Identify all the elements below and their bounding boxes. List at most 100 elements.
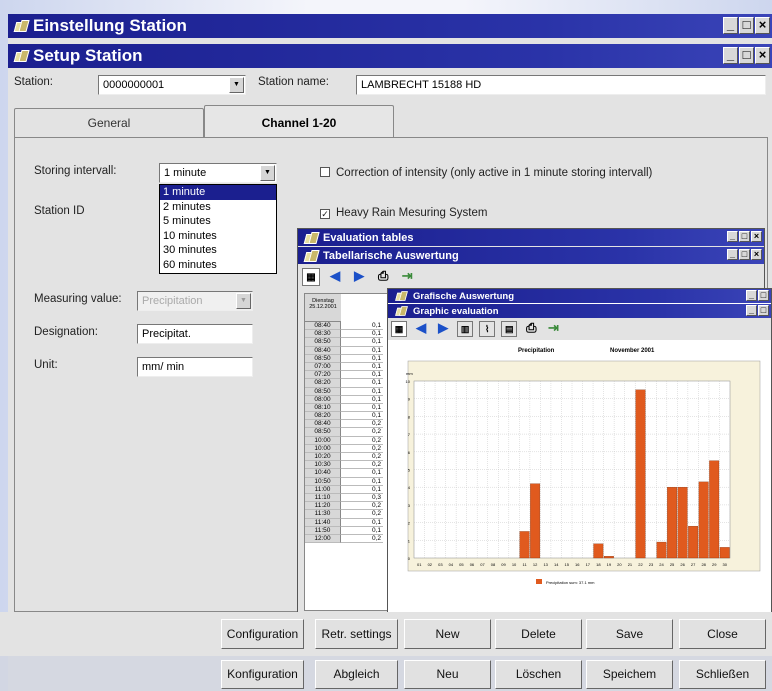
maximize-button[interactable]: □ <box>739 17 754 34</box>
chevron-down-icon[interactable]: ▼ <box>260 165 275 181</box>
storing-option[interactable]: 10 minutes <box>160 229 276 244</box>
arrow-right-icon[interactable]: ▶ <box>350 267 368 285</box>
settings-icon[interactable]: ▤ <box>501 321 518 337</box>
window-title: Grafische Auswertung <box>413 290 515 302</box>
storing-option[interactable]: 60 minutes <box>160 258 276 273</box>
correction-checkbox[interactable] <box>320 167 330 177</box>
arrow-left-icon[interactable]: ◀ <box>413 320 429 336</box>
toolbar-graphic: ▦ ◀ ▶ ▥ ⌇ ▤ ⎙ ⇥ <box>388 318 771 340</box>
heavy-rain-checkbox[interactable]: ✓ <box>320 209 330 219</box>
minimize-button[interactable]: _ <box>746 305 757 316</box>
button-de-konfiguration[interactable]: Konfiguration <box>221 660 304 689</box>
maximize-button[interactable]: □ <box>758 305 769 316</box>
printer-icon[interactable]: ⎙ <box>374 267 392 285</box>
storing-select[interactable]: 1 minute ▼ <box>159 163 277 183</box>
table-row: 08:00 0,1 <box>305 395 389 404</box>
unit-input[interactable]: mm/ min <box>137 357 253 377</box>
heavy-rain-checkbox-row[interactable]: ✓ Heavy Rain Mesuring System <box>320 207 487 219</box>
button-en-delete[interactable]: Delete <box>495 619 582 649</box>
button-en-close[interactable]: Close <box>679 619 766 649</box>
tab-general[interactable]: General <box>14 108 204 137</box>
tab-channel[interactable]: Channel 1-20 <box>204 105 394 138</box>
close-button[interactable]: × <box>751 231 762 242</box>
maximize-button[interactable]: □ <box>739 231 750 242</box>
chevron-down-icon[interactable]: ▼ <box>236 293 251 309</box>
button-de-abgleich[interactable]: Abgleich <box>315 660 398 689</box>
maximize-button[interactable]: □ <box>739 47 754 64</box>
arrow-right-icon[interactable]: ▶ <box>435 320 451 336</box>
correction-checkbox-row[interactable]: Correction of intensity (only active in … <box>320 167 652 179</box>
button-de-schlie-en[interactable]: Schließen <box>679 660 766 689</box>
station-select[interactable]: 0000000001 ▼ <box>98 75 246 95</box>
storing-option[interactable]: 30 minutes <box>160 243 276 258</box>
table-icon[interactable]: ▦ <box>391 321 407 337</box>
table-cell-time: 12:00 <box>305 534 341 544</box>
chevron-down-icon[interactable]: ▼ <box>229 77 244 93</box>
button-en-new[interactable]: New <box>404 619 491 649</box>
table-row: 11:50 0,1 <box>305 526 389 535</box>
app-icon <box>395 306 406 316</box>
storing-option[interactable]: 5 minutes <box>160 214 276 229</box>
app-icon <box>304 250 318 262</box>
table-cell-time: 11:50 <box>305 526 341 535</box>
close-button[interactable]: × <box>751 249 762 260</box>
minimize-button[interactable]: _ <box>727 249 738 260</box>
table-cell-value: 0,2 <box>341 510 383 519</box>
measuring-select[interactable]: Precipitation ▼ <box>137 291 253 311</box>
button-en-retr-settings[interactable]: Retr. settings <box>315 619 398 649</box>
close-button[interactable]: × <box>755 17 770 34</box>
table-icon[interactable]: ▦ <box>302 268 320 286</box>
unit-label: Unit: <box>34 359 58 371</box>
table-body: 08:40 0,1 08:30 0,1 08:50 0,1 08:40 0,1 08:50 0,1… <box>305 322 389 544</box>
y-tick-label: 10 <box>406 379 411 384</box>
maximize-button[interactable]: □ <box>739 249 750 260</box>
minimize-button[interactable]: _ <box>727 231 738 242</box>
printer-icon[interactable]: ⎙ <box>523 320 539 336</box>
table-cell-time: 08:50 <box>305 387 341 396</box>
storing-option[interactable]: 2 minutes <box>160 200 276 215</box>
table-cell-value: 0,1 <box>341 469 383 478</box>
table-cell-time: 10:00 <box>305 436 341 445</box>
chart-bar <box>530 483 541 559</box>
table-cell-time: 11:10 <box>305 493 341 503</box>
x-tick-label: 01 <box>417 562 422 567</box>
line-chart-icon[interactable]: ⌇ <box>479 321 496 337</box>
button-en-configuration[interactable]: Configuration <box>221 619 304 649</box>
designation-input[interactable]: Precipitat. <box>137 324 253 344</box>
minimize-button[interactable]: _ <box>723 47 738 64</box>
chart-bar <box>677 487 688 559</box>
minimize-button[interactable]: _ <box>723 17 738 34</box>
table-cell-value: 0,2 <box>341 461 383 470</box>
chart-bar <box>603 556 614 559</box>
x-tick-label: 10 <box>512 562 517 567</box>
table-cell-value: 0,1 <box>341 330 383 339</box>
x-tick-label: 21 <box>628 562 633 567</box>
titlebar-evaluation[interactable]: Evaluation tables _ □ × <box>298 229 764 246</box>
table-row: 10:40 0,1 <box>305 469 389 478</box>
button-de-neu[interactable]: Neu <box>404 660 491 689</box>
exit-icon[interactable]: ⇥ <box>545 320 561 336</box>
titlebar-grafische[interactable]: Grafische Auswertung _ □ <box>388 289 771 303</box>
table-row: 10:20 0,2 <box>305 453 389 462</box>
minimize-button[interactable]: _ <box>746 290 757 301</box>
x-tick-label: 20 <box>617 562 622 567</box>
exit-icon[interactable]: ⇥ <box>398 267 416 285</box>
table-cell-value: 0,1 <box>341 396 383 404</box>
button-de-speichem[interactable]: Speichem <box>586 660 673 689</box>
legend-label: Precipitation sum: 37.1 mm <box>546 580 595 585</box>
storing-value: 1 minute <box>164 167 207 179</box>
arrow-left-icon[interactable]: ◀ <box>326 267 344 285</box>
titlebar-setup[interactable]: Setup Station _ □ × <box>8 44 772 68</box>
chart-icon[interactable]: ▥ <box>457 321 474 337</box>
titlebar-graphic[interactable]: Graphic evaluation _ □ <box>388 304 771 318</box>
storing-option[interactable]: 1 minute <box>160 185 276 200</box>
close-button[interactable]: × <box>755 47 770 64</box>
button-en-save[interactable]: Save <box>586 619 673 649</box>
titlebar-einstellung[interactable]: Einstellung Station _ □ × <box>8 14 772 38</box>
titlebar-tabellarische[interactable]: Tabellarische Auswertung _ □ × <box>298 247 764 264</box>
table-cell-time: 11:40 <box>305 518 341 527</box>
button-de-l-schen[interactable]: Löschen <box>495 660 582 689</box>
station-name-input[interactable]: LAMBRECHT 15188 HD <box>356 75 766 95</box>
chart-bar <box>709 460 720 559</box>
maximize-button[interactable]: □ <box>758 290 769 301</box>
